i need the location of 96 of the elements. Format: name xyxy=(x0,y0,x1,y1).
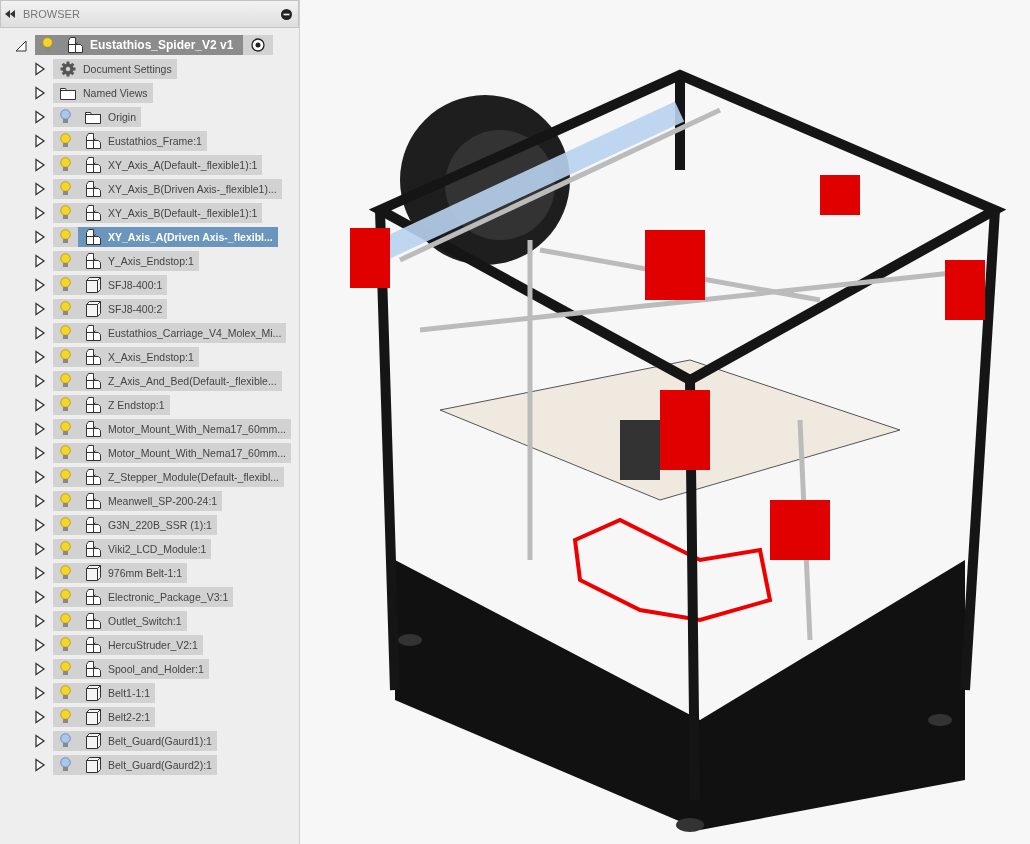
tree-item[interactable]: Motor_Mount_With_Nema17_60mm... xyxy=(78,419,291,439)
component-icon xyxy=(85,397,101,413)
collapse-panel-icon[interactable] xyxy=(5,10,15,18)
component-icon xyxy=(85,229,101,245)
gear-icon xyxy=(60,61,76,77)
activate-radio-button[interactable] xyxy=(243,35,274,55)
tree-item[interactable]: Meanwell_SP-200-24:1 xyxy=(78,491,223,511)
component-icon xyxy=(85,469,101,485)
tree-item[interactable]: Origin xyxy=(78,107,141,127)
folder-icon xyxy=(60,86,76,100)
tree-item[interactable]: XY_Axis_B(Default-_flexible1):1 xyxy=(78,203,263,223)
tree-item[interactable]: Belt_Guard(Gaurd1):1 xyxy=(78,731,217,751)
expand-arrow-icon[interactable] xyxy=(34,398,46,412)
collapse-arrow-icon[interactable] xyxy=(15,38,27,52)
component-icon xyxy=(85,325,101,341)
component-icon xyxy=(85,373,101,389)
expand-arrow-icon[interactable] xyxy=(34,86,46,100)
expand-arrow-icon[interactable] xyxy=(34,326,46,340)
tree-item[interactable]: Viki2_LCD_Module:1 xyxy=(78,539,212,559)
tree-item[interactable]: Electronic_Package_V3:1 xyxy=(78,587,234,607)
tree-item[interactable]: G3N_220B_SSR (1):1 xyxy=(78,515,217,535)
component-icon xyxy=(67,37,83,53)
expand-arrow-icon[interactable] xyxy=(34,686,46,700)
tree-item[interactable]: Z Endstop:1 xyxy=(78,395,170,415)
tree-item[interactable]: Belt2-2:1 xyxy=(78,707,156,727)
expand-arrow-icon[interactable] xyxy=(34,182,46,196)
tree-item[interactable]: XY_Axis_B(Driven Axis-_flexible1)... xyxy=(78,179,282,199)
body-icon xyxy=(85,565,101,581)
tree-item[interactable]: Y_Axis_Endstop:1 xyxy=(78,251,199,271)
expand-arrow-icon[interactable] xyxy=(34,734,46,748)
component-icon xyxy=(85,349,101,365)
tree-item[interactable]: SFJ8-400:1 xyxy=(78,275,168,295)
tree-item[interactable]: Named Views xyxy=(53,83,153,103)
component-icon xyxy=(85,517,101,533)
component-icon xyxy=(85,157,101,173)
tree-item[interactable]: Spool_and_Holder:1 xyxy=(78,659,209,679)
component-icon xyxy=(85,253,101,269)
tree-item[interactable]: X_Axis_Endstop:1 xyxy=(78,347,199,367)
folder-icon xyxy=(85,110,101,124)
expand-arrow-icon[interactable] xyxy=(34,542,46,556)
expand-arrow-icon[interactable] xyxy=(34,134,46,148)
expand-arrow-icon[interactable] xyxy=(34,62,46,76)
body-icon xyxy=(85,685,101,701)
tree-item[interactable]: Motor_Mount_With_Nema17_60mm... xyxy=(78,443,291,463)
tree-item[interactable]: Belt_Guard(Gaurd2):1 xyxy=(78,755,217,775)
component-icon xyxy=(85,661,101,677)
expand-arrow-icon[interactable] xyxy=(34,518,46,532)
expand-arrow-icon[interactable] xyxy=(34,350,46,364)
expand-arrow-icon[interactable] xyxy=(34,662,46,676)
expand-arrow-icon[interactable] xyxy=(34,374,46,388)
component-icon xyxy=(85,541,101,557)
component-icon xyxy=(85,589,101,605)
tree-item[interactable]: Document Settings xyxy=(53,59,177,79)
expand-arrow-icon[interactable] xyxy=(34,278,46,292)
expand-arrow-icon[interactable] xyxy=(34,566,46,580)
component-icon xyxy=(85,133,101,149)
body-icon xyxy=(85,301,101,317)
expand-arrow-icon[interactable] xyxy=(34,638,46,652)
expand-arrow-icon[interactable] xyxy=(34,614,46,628)
component-icon xyxy=(85,445,101,461)
body-icon xyxy=(85,277,101,293)
component-icon xyxy=(85,205,101,221)
expand-arrow-icon[interactable] xyxy=(34,446,46,460)
tree-item[interactable]: Eustathios_Carriage_V4_Molex_Mi... xyxy=(78,323,287,343)
expand-arrow-icon[interactable] xyxy=(34,758,46,772)
expand-arrow-icon[interactable] xyxy=(34,422,46,436)
tree-item[interactable]: Eustathios_Frame:1 xyxy=(78,131,207,151)
body-icon xyxy=(85,733,101,749)
body-icon xyxy=(85,757,101,773)
tree-item[interactable]: Z_Stepper_Module(Default-_flexibl... xyxy=(78,467,284,487)
tree-item[interactable]: XY_Axis_A(Default-_flexible1):1 xyxy=(78,155,263,175)
tree-item[interactable]: 976mm Belt-1:1 xyxy=(78,563,188,583)
tree-item[interactable]: HercuStruder_V2:1 xyxy=(78,635,203,655)
body-icon xyxy=(85,709,101,725)
component-icon xyxy=(85,613,101,629)
tree-item[interactable]: Outlet_Switch:1 xyxy=(78,611,187,631)
tree-item[interactable]: SFJ8-400:2 xyxy=(78,299,168,319)
expand-arrow-icon[interactable] xyxy=(34,254,46,268)
expand-arrow-icon[interactable] xyxy=(34,158,46,172)
expand-arrow-icon[interactable] xyxy=(34,206,46,220)
expand-arrow-icon[interactable] xyxy=(34,302,46,316)
tree-item[interactable]: Belt1-1:1 xyxy=(78,683,156,703)
expand-arrow-icon[interactable] xyxy=(34,230,46,244)
tree-item[interactable]: Z_Axis_And_Bed(Default-_flexible... xyxy=(78,371,282,391)
expand-arrow-icon[interactable] xyxy=(34,470,46,484)
expand-arrow-icon[interactable] xyxy=(34,710,46,724)
panel-title: BROWSER xyxy=(23,8,81,20)
expand-arrow-icon[interactable] xyxy=(34,590,46,604)
radio-icon xyxy=(251,38,266,52)
component-icon xyxy=(85,493,101,509)
minimize-icon[interactable] xyxy=(281,8,292,20)
component-icon xyxy=(85,637,101,653)
expand-arrow-icon[interactable] xyxy=(34,110,46,124)
expand-arrow-icon[interactable] xyxy=(34,494,46,508)
component-icon xyxy=(85,421,101,437)
component-icon xyxy=(85,181,101,197)
